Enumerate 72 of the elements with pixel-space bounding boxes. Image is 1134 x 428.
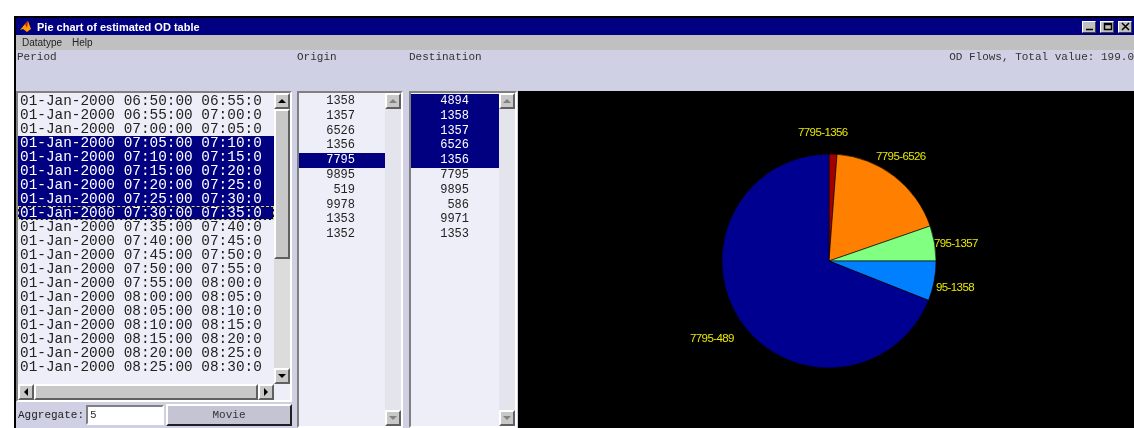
period-item[interactable]: 01-Jan-2000 07:05:00 07:10:0 [18,136,274,150]
maximize-icon [1101,22,1113,31]
slice-label: 95-1358 [936,281,974,293]
close-button[interactable] [1118,20,1132,33]
app-icon [19,20,33,33]
origin-item[interactable]: 9978 [299,197,385,213]
period-item[interactable]: 01-Jan-2000 07:50:00 07:55:0 [18,262,274,276]
origin-item[interactable]: 9895 [299,168,385,183]
scroll-thumb[interactable] [274,109,290,259]
period-item[interactable]: 01-Jan-2000 08:20:00 08:25:0 [18,346,274,360]
scroll-up-button[interactable] [499,93,515,109]
vertical-scrollbar[interactable] [385,93,401,426]
period-item[interactable]: 01-Jan-2000 07:45:00 07:50:0 [18,248,274,262]
movie-button[interactable]: Movie [166,404,292,426]
slice-label: 7795-1356 [798,126,848,138]
slice-label: 7795-489 [690,332,734,344]
period-item[interactable]: 01-Jan-2000 07:10:00 07:15:0 [18,150,274,164]
scroll-left-button[interactable] [18,384,34,400]
column-header: Destination [409,51,482,63]
destination-item[interactable]: 7795 [411,168,499,183]
period-item[interactable]: 01-Jan-2000 07:15:00 07:20:0 [18,164,274,178]
aggregate-field[interactable]: 5 [86,405,164,425]
scroll-up-button[interactable] [385,93,401,109]
period-item[interactable]: 01-Jan-2000 07:35:00 07:40:0 [18,220,274,234]
menu-item[interactable]: Datatype [22,37,63,48]
origin-item[interactable]: 1358 [299,94,385,109]
destination-item[interactable]: 1353 [411,227,499,242]
period-item[interactable]: 01-Jan-2000 08:05:00 08:10:0 [18,304,274,318]
destination-item[interactable]: 6526 [411,138,499,154]
origin-item[interactable]: 1352 [299,227,385,242]
period-item[interactable]: 01-Jan-2000 07:20:00 07:25:0 [18,178,274,192]
period-item[interactable]: 01-Jan-2000 08:15:00 08:20:0 [18,332,274,346]
origin-item[interactable]: 1353 [299,212,385,228]
close-icon [1119,22,1131,31]
scroll-down-button[interactable] [499,410,515,426]
scroll-down-button[interactable] [385,410,401,426]
window-title: Pie chart of estimated OD table [37,20,201,33]
destination-item[interactable]: 9971 [411,212,499,228]
aggregate-label: Aggregate: [18,409,84,421]
period-item[interactable]: 01-Jan-2000 07:00:00 07:05:0 [18,122,274,136]
vertical-scrollbar[interactable] [499,93,515,426]
period-item[interactable]: 01-Jan-2000 08:10:00 08:15:0 [18,318,274,332]
slice-label: 795-1357 [934,237,978,249]
minimize-icon [1085,27,1093,31]
column-header: Period [17,51,57,63]
origin-item[interactable]: 1356 [299,138,385,154]
scroll-up-button[interactable] [274,93,290,109]
destination-item[interactable]: 586 [411,197,499,213]
column-header: Origin [297,51,337,63]
destination-item[interactable]: 4894 [411,94,499,109]
origin-item[interactable]: 7795 [299,153,385,168]
minimize-button[interactable] [1082,20,1096,33]
maximize-button[interactable] [1100,20,1114,33]
period-item[interactable]: 01-Jan-2000 06:55:00 07:00:0 [18,108,274,122]
period-item[interactable]: 01-Jan-2000 07:25:00 07:30:0 [18,192,274,206]
period-item[interactable]: 01-Jan-2000 07:55:00 08:00:0 [18,276,274,290]
period-item[interactable]: 01-Jan-2000 08:25:00 08:30:0 [18,360,274,374]
origin-item[interactable]: 6526 [299,123,385,139]
vertical-scrollbar[interactable] [274,93,290,384]
period-item[interactable]: 01-Jan-2000 07:30:00 07:35:0 [18,206,274,220]
total-value-label: OD Flows, Total value: 199.0 [949,51,1134,65]
slice-label: 7795-6526 [876,150,926,162]
period-item[interactable]: 01-Jan-2000 08:00:00 08:05:0 [18,290,274,304]
origin-item[interactable]: 1357 [299,108,385,124]
scroll-right-button[interactable] [258,384,274,400]
destination-item[interactable]: 1356 [411,153,499,168]
destination-item[interactable]: 9895 [411,182,499,198]
scroll-down-button[interactable] [274,368,290,384]
period-item[interactable]: 01-Jan-2000 07:40:00 07:45:0 [18,234,274,248]
menu-item[interactable]: Help [72,37,93,48]
period-item[interactable]: 01-Jan-2000 06:50:00 06:55:0 [18,94,274,108]
origin-item[interactable]: 519 [299,182,385,198]
